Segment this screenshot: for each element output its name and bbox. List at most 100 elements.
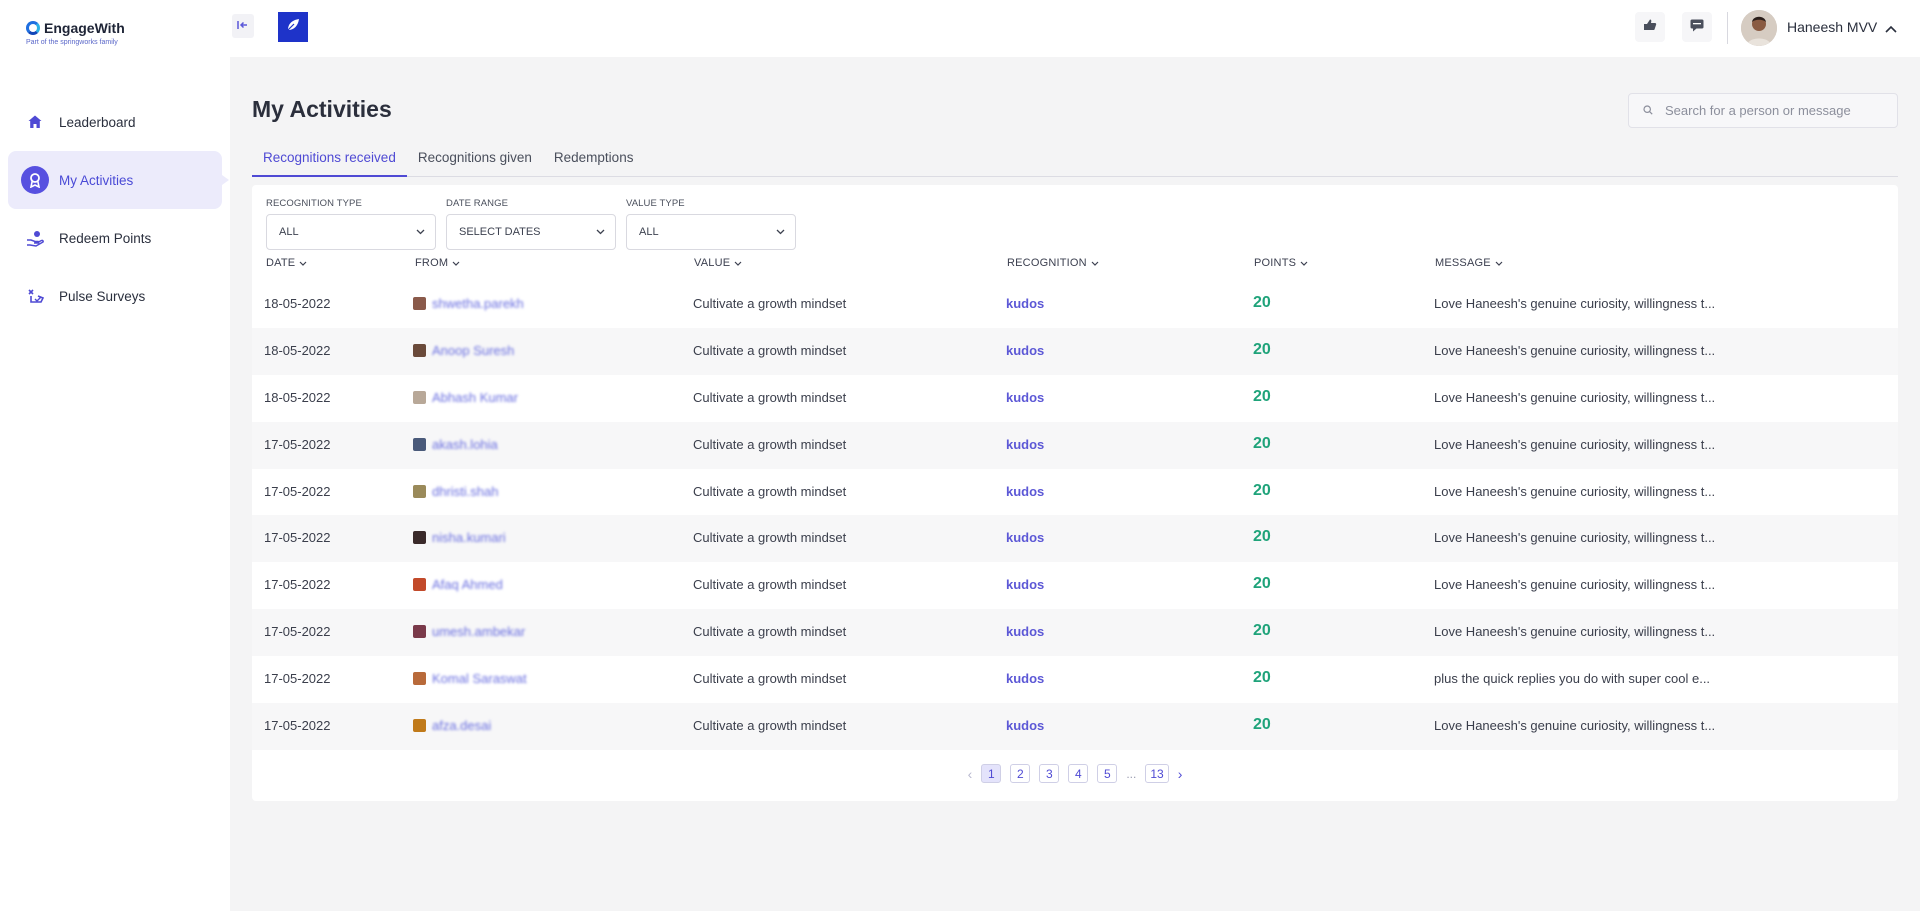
brand-logo[interactable]: EngageWith Part of the springworks famil… xyxy=(26,20,125,46)
message-cell[interactable]: Love Haneesh's genuine curiosity, willin… xyxy=(1434,437,1715,452)
collapse-sidebar-button[interactable] xyxy=(232,14,254,38)
sender-name[interactable]: nisha.kumari xyxy=(432,530,506,545)
brand-name: EngageWith xyxy=(44,20,125,36)
recognition-link[interactable]: kudos xyxy=(1006,437,1044,452)
sender-name[interactable]: shwetha.parekh xyxy=(432,296,524,311)
recognition-link[interactable]: kudos xyxy=(1006,624,1044,639)
recognition-link[interactable]: kudos xyxy=(1006,484,1044,499)
message-cell[interactable]: Love Haneesh's genuine curiosity, willin… xyxy=(1434,296,1715,311)
recognition-type-select[interactable]: ALL xyxy=(266,214,436,250)
message-cell[interactable]: Love Haneesh's genuine curiosity, willin… xyxy=(1434,624,1715,639)
chevron-left-icon[interactable]: ‹ xyxy=(968,766,973,782)
from-cell[interactable]: nisha.kumari xyxy=(413,530,506,545)
table-row[interactable]: 17-05-2022 akash.lohia Cultivate a growth … xyxy=(252,421,1898,469)
sidebar-item-leaderboard[interactable]: Leaderboard xyxy=(8,93,222,151)
message-cell[interactable]: Love Haneesh's genuine curiosity, willin… xyxy=(1434,577,1715,592)
recognition-link[interactable]: kudos xyxy=(1006,718,1044,733)
column-header-recognition[interactable]: RECOGNITION xyxy=(1007,257,1099,269)
recognition-link[interactable]: kudos xyxy=(1006,577,1044,592)
chevron-down-icon xyxy=(1091,261,1099,266)
column-header-from[interactable]: FROM xyxy=(415,257,460,269)
tab-redemptions[interactable]: Redemptions xyxy=(543,142,645,177)
page-button[interactable]: 1 xyxy=(981,764,1002,783)
pagination: ‹ 1 2 3 4 5 ... 13 › xyxy=(252,764,1898,783)
from-cell[interactable]: Abhash Kumar xyxy=(413,390,518,405)
avatar[interactable] xyxy=(1741,10,1777,46)
recognition-link[interactable]: kudos xyxy=(1006,671,1044,686)
from-cell[interactable]: afza.desai xyxy=(413,718,491,733)
message-cell[interactable]: Love Haneesh's genuine curiosity, willin… xyxy=(1434,718,1715,733)
table-row[interactable]: 17-05-2022 afza.desai Cultivate a growth m… xyxy=(252,703,1898,750)
sender-name[interactable]: Komal Saraswat xyxy=(432,671,527,686)
recognition-link[interactable]: kudos xyxy=(1006,296,1044,311)
points-cell: 20 xyxy=(1253,622,1271,640)
sender-name[interactable]: Abhash Kumar xyxy=(432,390,518,405)
recognition-link[interactable]: kudos xyxy=(1006,390,1044,405)
from-cell[interactable]: Komal Saraswat xyxy=(413,671,527,686)
date-cell: 17-05-2022 xyxy=(264,624,331,640)
date-range-select[interactable]: SELECT DATES xyxy=(446,214,616,250)
date-cell: 18-05-2022 xyxy=(264,342,331,358)
message-cell[interactable]: plus the quick replies you do with super… xyxy=(1434,671,1710,686)
chevron-right-icon[interactable]: › xyxy=(1178,766,1183,782)
from-cell[interactable]: akash.lohia xyxy=(413,437,498,452)
from-cell[interactable]: dhristi.shah xyxy=(413,484,498,499)
sidebar-item-label: My Activities xyxy=(59,172,134,188)
page-title: My Activities xyxy=(252,96,392,122)
column-header-message[interactable]: MESSAGE xyxy=(1435,257,1503,269)
sidebar-item-my-activities[interactable]: My Activities xyxy=(8,151,229,209)
feedback-button[interactable] xyxy=(1635,12,1665,42)
recognition-link[interactable]: kudos xyxy=(1006,343,1044,358)
column-header-points[interactable]: POINTS xyxy=(1254,257,1308,269)
from-cell[interactable]: umesh.ambekar xyxy=(413,624,525,639)
sidebar-item-redeem-points[interactable]: Redeem Points xyxy=(8,209,222,267)
table-row[interactable]: 18-05-2022 shwetha.parekh Cultivate a grow… xyxy=(252,281,1898,328)
chevron-up-icon[interactable] xyxy=(1885,20,1897,38)
sender-name[interactable]: afza.desai xyxy=(432,718,491,733)
sender-name[interactable]: dhristi.shah xyxy=(432,484,498,499)
messages-button[interactable] xyxy=(1682,12,1712,42)
sender-name[interactable]: Anoop Suresh xyxy=(432,343,514,358)
from-cell[interactable]: Afaq Ahmed xyxy=(413,577,503,592)
value-type-select[interactable]: ALL xyxy=(626,214,796,250)
table-row[interactable]: 17-05-2022 umesh.ambekar Cultivate a growt… xyxy=(252,609,1898,657)
tab-recognitions-received[interactable]: Recognitions received xyxy=(252,142,407,177)
tab-recognitions-given[interactable]: Recognitions given xyxy=(407,142,543,177)
table-row[interactable]: 17-05-2022 dhristi.shah Cultivate a growth… xyxy=(252,469,1898,516)
sidebar-item-pulse-surveys[interactable]: Pulse Surveys xyxy=(8,267,222,325)
leaf-app-button[interactable] xyxy=(278,12,308,42)
page-button[interactable]: 3 xyxy=(1039,764,1060,783)
message-cell[interactable]: Love Haneesh's genuine curiosity, willin… xyxy=(1434,343,1715,358)
sender-name[interactable]: akash.lohia xyxy=(432,437,498,452)
chat-icon xyxy=(1689,18,1705,37)
date-cell: 17-05-2022 xyxy=(264,718,331,734)
points-cell: 20 xyxy=(1253,340,1271,358)
page-button[interactable]: 4 xyxy=(1068,764,1089,783)
date-range-filter: DATE RANGE SELECT DATES xyxy=(446,198,616,250)
search-input[interactable] xyxy=(1665,103,1885,118)
table-row[interactable]: 17-05-2022 Komal Saraswat Cultivate a grow… xyxy=(252,656,1898,703)
column-header-date[interactable]: DATE xyxy=(266,257,307,269)
user-name[interactable]: Haneesh MVV xyxy=(1787,19,1877,35)
recognition-link[interactable]: kudos xyxy=(1006,530,1044,545)
page-button[interactable]: 5 xyxy=(1097,764,1118,783)
sender-name[interactable]: umesh.ambekar xyxy=(432,624,525,639)
message-cell[interactable]: Love Haneesh's genuine curiosity, willin… xyxy=(1434,530,1715,545)
message-cell[interactable]: Love Haneesh's genuine curiosity, willin… xyxy=(1434,390,1715,405)
value-cell: Cultivate a growth mindset xyxy=(693,530,847,546)
top-bar: Haneesh MVV xyxy=(230,0,1920,57)
table-row[interactable]: 17-05-2022 Afaq Ahmed Cultivate a growth m… xyxy=(252,562,1898,609)
from-cell[interactable]: shwetha.parekh xyxy=(413,296,524,311)
page-button-last[interactable]: 13 xyxy=(1145,764,1169,783)
column-header-value[interactable]: VALUE xyxy=(694,257,742,269)
message-cell[interactable]: Love Haneesh's genuine curiosity, willin… xyxy=(1434,484,1715,499)
page-button[interactable]: 2 xyxy=(1010,764,1031,783)
avatar xyxy=(413,390,426,404)
chevron-down-icon xyxy=(299,261,307,266)
from-cell[interactable]: Anoop Suresh xyxy=(413,343,514,358)
table-row[interactable]: 17-05-2022 nisha.kumari Cultivate a growth… xyxy=(252,515,1898,563)
table-row[interactable]: 18-05-2022 Anoop Suresh Cultivate a growth… xyxy=(252,327,1898,375)
search-box[interactable] xyxy=(1628,93,1898,128)
sender-name[interactable]: Afaq Ahmed xyxy=(432,577,503,592)
table-row[interactable]: 18-05-2022 Abhash Kumar Cultivate a growth… xyxy=(252,375,1898,422)
